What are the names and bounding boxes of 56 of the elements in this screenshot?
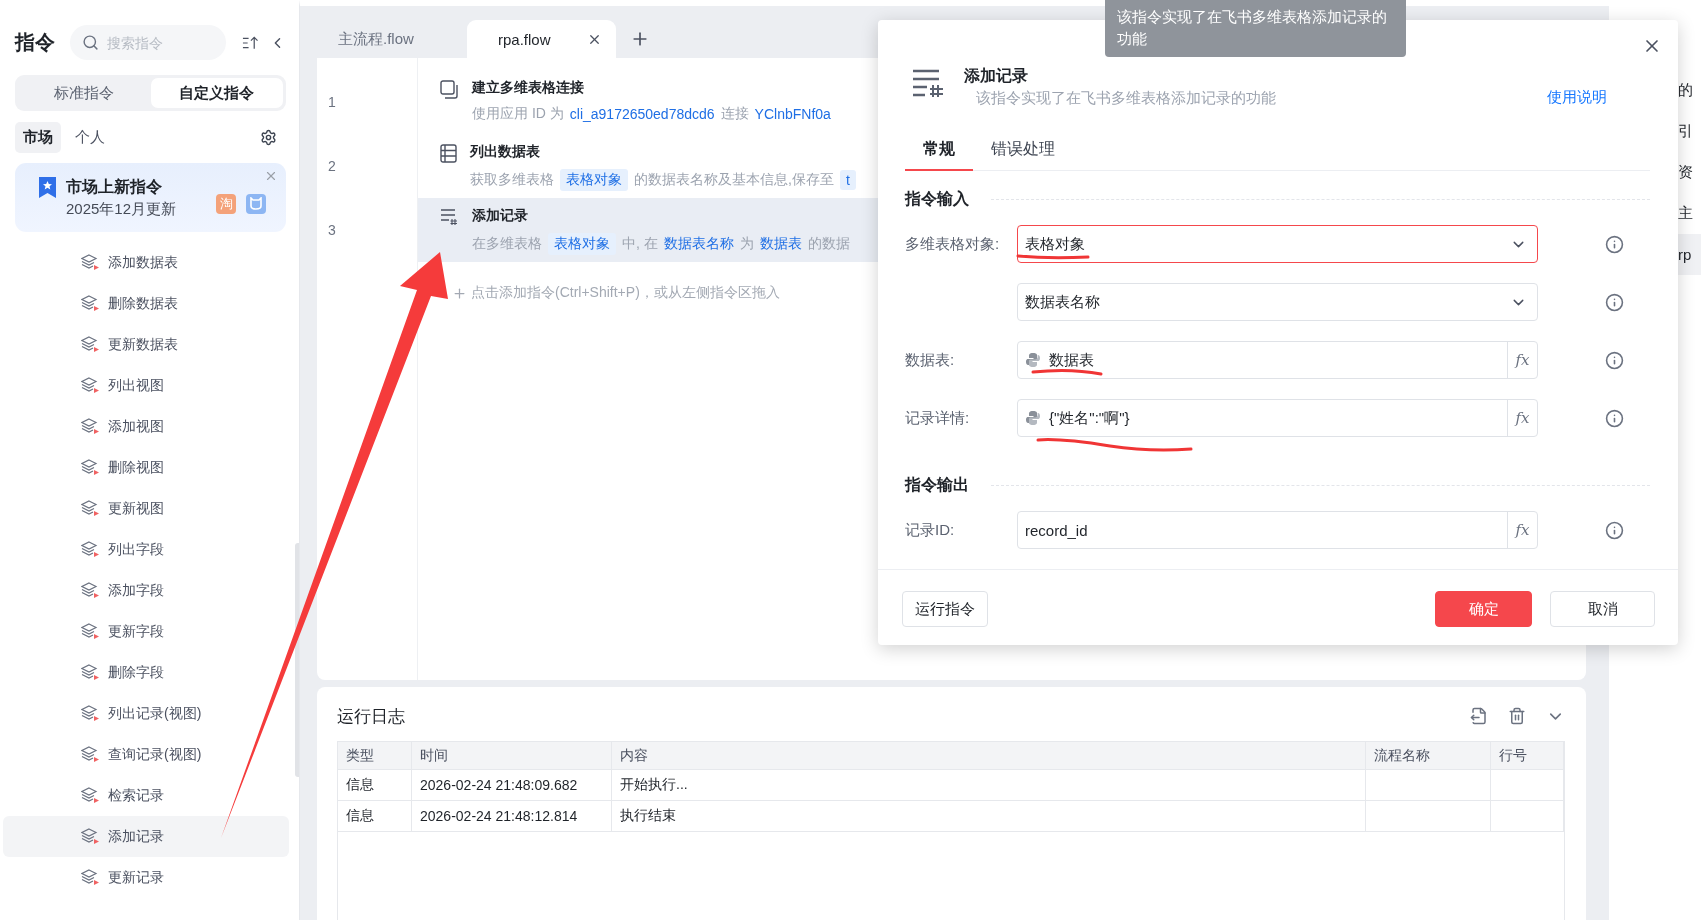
- command-label: 删除字段: [108, 663, 164, 682]
- dialog-description: 该指令实现了在飞书多维表格添加记录的功能: [975, 89, 1277, 108]
- column-header: 行号: [1491, 742, 1564, 770]
- step-text: 的数据表名称及基本信息,保存至: [634, 171, 834, 189]
- dialog-title: 添加记录: [964, 66, 1029, 86]
- command-label: 查询记录(视图): [108, 745, 202, 764]
- line-number: 1: [328, 94, 336, 110]
- table-cell: 2026-02-24 21:48:09.682: [412, 770, 612, 801]
- step-text: 连接: [720, 105, 749, 123]
- step-text: 获取多维表格: [470, 171, 554, 189]
- line-number: 3: [328, 222, 336, 238]
- command-label: 添加记录: [108, 827, 164, 846]
- step-text: 使用应用 ID 为: [472, 105, 564, 123]
- table-cell: 2026-02-24 21:48:12.814: [412, 801, 612, 832]
- field-label: 记录ID:: [905, 520, 956, 540]
- section-title: 指令输入: [905, 189, 969, 209]
- line-number: 2: [328, 158, 336, 174]
- step-title: 列出数据表: [470, 143, 541, 161]
- command-label: 列出视图: [108, 376, 164, 395]
- column-header: 类型: [338, 742, 412, 770]
- tooltip: 该指令实现了在飞书多维表格添加记录的功能: [1105, 0, 1406, 57]
- column-header: 内容: [612, 742, 1366, 770]
- step-text: 的数据: [807, 235, 850, 253]
- command-label: 添加视图: [108, 417, 164, 436]
- command-label: 更新数据表: [108, 335, 178, 354]
- command-label: 添加字段: [108, 581, 164, 600]
- command-label: 列出字段: [108, 540, 164, 559]
- command-label: 更新视图: [108, 499, 164, 518]
- add-step-hint: 点击添加指令(Ctrl+Shift+P)，或从左侧指令区拖入: [471, 284, 780, 302]
- column-header: 时间: [412, 742, 612, 770]
- step-text: 在多维表格: [472, 235, 542, 253]
- card-subtitle: 2025年12月更新: [66, 199, 178, 219]
- command-label: 删除视图: [108, 458, 164, 477]
- field-label: 记录详情:: [905, 408, 971, 428]
- table-cell: 信息: [338, 801, 412, 832]
- table-cell: 执行结束: [612, 801, 1366, 832]
- step-title: 添加记录: [472, 207, 529, 225]
- command-label: 更新字段: [108, 622, 164, 641]
- column-header: 流程名称: [1366, 742, 1491, 770]
- field-label: 多维表格对象:: [905, 234, 1001, 254]
- sidebar-title: 指令: [15, 30, 56, 55]
- log-title: 运行日志: [337, 705, 406, 728]
- step-text: 为: [739, 235, 754, 253]
- command-label: 更新记录: [108, 868, 164, 887]
- field-label: 数据表:: [905, 350, 956, 370]
- step-text: 中, 在: [622, 235, 658, 253]
- step-title: 建立多维表格连接: [472, 79, 585, 97]
- card-title: 市场上新指令: [66, 176, 163, 197]
- table-cell: 信息: [338, 770, 412, 801]
- command-label: 添加数据表: [108, 253, 178, 272]
- app-badge: 淘: [216, 193, 236, 214]
- table-cell: 开始执行...: [612, 770, 1366, 801]
- command-label: 列出记录(视图): [108, 704, 202, 723]
- command-label: 检索记录: [108, 786, 164, 805]
- section-title: 指令输出: [905, 475, 969, 495]
- command-label: 删除数据表: [108, 294, 178, 313]
